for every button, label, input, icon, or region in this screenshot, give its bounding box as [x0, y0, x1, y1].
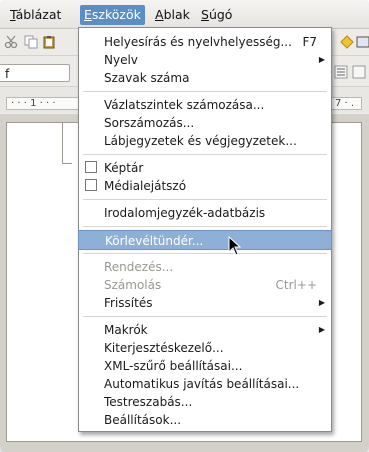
menu-item-spelling[interactable]: Helyesírás és nyelvhelyesség... F7	[79, 32, 331, 52]
menu-separator	[83, 316, 327, 317]
gallery-checkbox[interactable]	[85, 161, 97, 173]
menu-item-autocorrect-options[interactable]: Automatikus javítás beállításai...	[79, 374, 331, 394]
menu-table[interactable]: Táblázat	[6, 5, 65, 25]
menu-item-language[interactable]: Nyelv ▶	[79, 50, 331, 70]
menu-item-outline-numbering[interactable]: Vázlatszintek számozása...	[79, 95, 331, 115]
shortcut-f7: F7	[302, 35, 317, 49]
menu-item-xml-filter-settings[interactable]: XML-szűrő beállításai...	[79, 356, 331, 376]
menu-item-mail-merge-wizard[interactable]: Körlevéltündér...	[78, 230, 332, 250]
menu-item-word-count[interactable]: Szavak száma	[79, 68, 331, 88]
menu-item-macros[interactable]: Makrók ▶	[79, 320, 331, 340]
menu-item-calculate[interactable]: Számolás Ctrl++	[79, 275, 331, 295]
menu-separator	[83, 253, 327, 254]
menu-item-media-player[interactable]: Médialejátszó	[79, 176, 331, 196]
menu-item-customize[interactable]: Testreszabás...	[79, 392, 331, 412]
menu-window[interactable]: Ablak	[151, 5, 194, 25]
menu-tools[interactable]: Eszközök	[80, 5, 145, 25]
menu-separator	[83, 226, 327, 227]
submenu-arrow-icon: ▶	[318, 55, 325, 64]
menu-item-footnotes[interactable]: Lábjegyzetek és végjegyzetek...	[79, 131, 331, 151]
font-name-box[interactable]: f	[0, 64, 70, 82]
menu-item-update[interactable]: Frissítés ▶	[79, 293, 331, 313]
application-window: Táblázat Eszközök Ablak Súgó f · · · 1 ·…	[0, 0, 369, 452]
menu-item-line-numbering[interactable]: Sorszámozás...	[79, 113, 331, 133]
margin-corner-left	[62, 163, 72, 164]
menu-separator	[83, 154, 327, 155]
ruler-left-marks: · · · 1 · · ·	[11, 98, 56, 109]
media-player-checkbox[interactable]	[85, 179, 97, 191]
menu-item-gallery[interactable]: Képtár	[79, 158, 331, 178]
menu-item-extension-manager[interactable]: Kiterjesztéskezelő...	[79, 338, 331, 358]
menu-separator	[83, 199, 327, 200]
tools-menu: Helyesírás és nyelvhelyesség... F7 Nyelv…	[78, 27, 332, 432]
menubar: Táblázat Eszközök Ablak Súgó	[0, 0, 369, 29]
cut-icon[interactable]	[4, 35, 18, 49]
menu-help[interactable]: Súgó	[197, 5, 236, 25]
menu-item-options[interactable]: Beállítások...	[79, 410, 331, 430]
ruler-right-marks: 7 · .	[335, 98, 355, 109]
submenu-arrow-icon: ▶	[318, 298, 325, 307]
copy-icon[interactable]	[24, 35, 38, 49]
menu-item-bibliography-database[interactable]: Irodalomjegyzék-adatbázis	[79, 203, 331, 223]
menu-separator	[83, 91, 327, 92]
paste-icon[interactable]	[42, 35, 56, 49]
submenu-arrow-icon: ▶	[318, 325, 325, 334]
margin-guide-left	[62, 123, 63, 163]
navigator-icon[interactable]	[340, 35, 354, 49]
shortcut-ctrl-plus: Ctrl++	[275, 278, 317, 292]
align-justify-icon[interactable]	[334, 65, 348, 79]
menu-item-sort[interactable]: Rendezés...	[79, 257, 331, 277]
gallery-icon[interactable]	[356, 35, 369, 49]
numbering-icon[interactable]	[352, 65, 366, 79]
mouse-pointer-icon	[228, 236, 242, 256]
